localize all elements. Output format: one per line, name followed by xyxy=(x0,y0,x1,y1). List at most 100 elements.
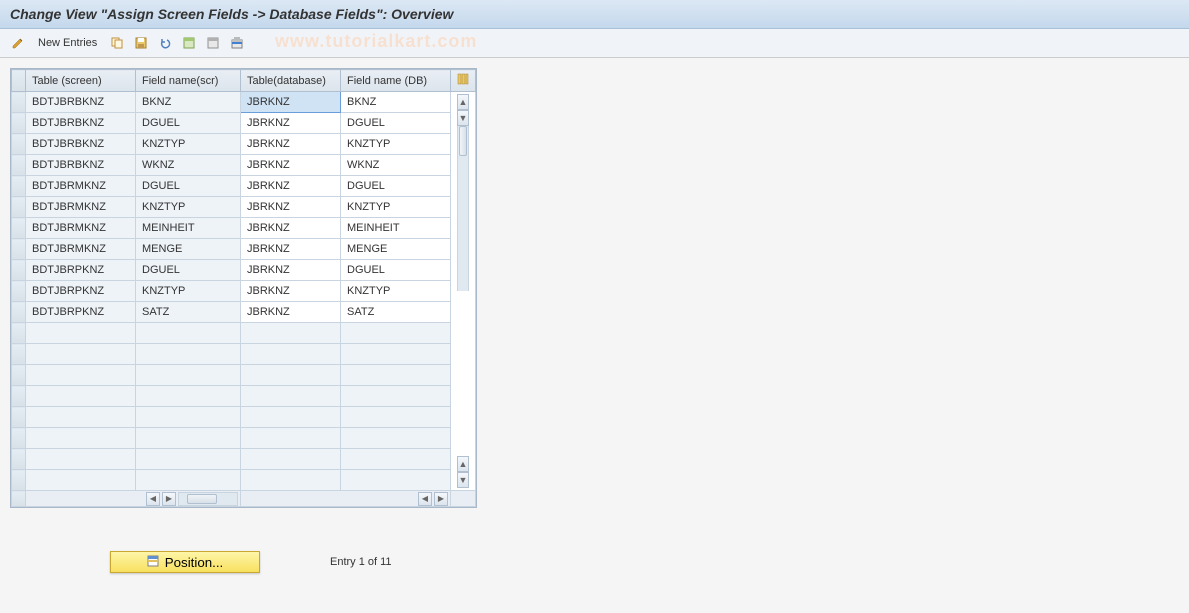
cell-field-db[interactable] xyxy=(341,449,451,470)
cell-field-scr[interactable] xyxy=(136,365,241,386)
deselect-all-icon[interactable] xyxy=(203,33,223,53)
row-selector[interactable] xyxy=(12,155,26,176)
cell-table-screen[interactable]: BDTJBRMKNZ xyxy=(26,176,136,197)
row-selector[interactable] xyxy=(12,92,26,113)
cell-field-scr[interactable] xyxy=(136,323,241,344)
cell-field-db[interactable] xyxy=(341,386,451,407)
scroll-down-icon-2[interactable]: ▼ xyxy=(457,472,469,488)
row-selector-header[interactable] xyxy=(12,70,26,92)
row-selector[interactable] xyxy=(12,428,26,449)
cell-table-db[interactable]: JBRKNZ xyxy=(241,281,341,302)
cell-table-db[interactable] xyxy=(241,323,341,344)
cell-field-scr[interactable] xyxy=(136,470,241,491)
cell-field-db[interactable] xyxy=(341,365,451,386)
cell-field-db[interactable] xyxy=(341,428,451,449)
cell-table-screen[interactable]: BDTJBRMKNZ xyxy=(26,218,136,239)
cell-table-screen[interactable] xyxy=(26,386,136,407)
undo-icon[interactable] xyxy=(155,33,175,53)
row-selector[interactable] xyxy=(12,113,26,134)
cell-table-screen[interactable] xyxy=(26,449,136,470)
cell-table-db[interactable] xyxy=(241,428,341,449)
cell-field-db[interactable]: DGUEL xyxy=(341,260,451,281)
row-selector[interactable] xyxy=(12,470,26,491)
row-selector[interactable] xyxy=(12,302,26,323)
toggle-icon[interactable] xyxy=(8,33,28,53)
cell-field-db[interactable]: WKNZ xyxy=(341,155,451,176)
hscroll-left-icon[interactable]: ◀ xyxy=(146,492,160,506)
scroll-down-icon[interactable]: ▼ xyxy=(457,110,469,126)
cell-field-db[interactable]: KNZTYP xyxy=(341,134,451,155)
cell-field-db[interactable]: KNZTYP xyxy=(341,281,451,302)
cell-field-scr[interactable]: DGUEL xyxy=(136,176,241,197)
cell-table-db[interactable] xyxy=(241,470,341,491)
cell-table-screen[interactable]: BDTJBRMKNZ xyxy=(26,197,136,218)
cell-field-scr[interactable] xyxy=(136,407,241,428)
cell-field-db[interactable]: DGUEL xyxy=(341,113,451,134)
cell-table-screen[interactable]: BDTJBRPKNZ xyxy=(26,260,136,281)
cell-field-scr[interactable]: KNZTYP xyxy=(136,281,241,302)
cell-field-scr[interactable]: BKNZ xyxy=(136,92,241,113)
col-header-table-screen[interactable]: Table (screen) xyxy=(26,70,136,92)
row-selector[interactable] xyxy=(12,386,26,407)
cell-field-db[interactable] xyxy=(341,344,451,365)
cell-field-db[interactable] xyxy=(341,470,451,491)
cell-table-screen[interactable]: BDTJBRMKNZ xyxy=(26,239,136,260)
cell-table-db[interactable]: JBRKNZ xyxy=(241,134,341,155)
row-selector[interactable] xyxy=(12,365,26,386)
cell-field-db[interactable]: SATZ xyxy=(341,302,451,323)
scroll-thumb[interactable] xyxy=(459,126,467,156)
cell-table-db[interactable]: JBRKNZ xyxy=(241,113,341,134)
cell-table-screen[interactable] xyxy=(26,365,136,386)
cell-field-db[interactable]: MENGE xyxy=(341,239,451,260)
row-selector[interactable] xyxy=(12,134,26,155)
col-header-field-scr[interactable]: Field name(scr) xyxy=(136,70,241,92)
cell-table-db[interactable] xyxy=(241,449,341,470)
col-header-field-db[interactable]: Field name (DB) xyxy=(341,70,451,92)
cell-field-db[interactable]: MEINHEIT xyxy=(341,218,451,239)
hscroll-left-icon-2[interactable]: ◀ xyxy=(418,492,432,506)
cell-field-scr[interactable]: SATZ xyxy=(136,302,241,323)
hscroll-right-icon-2[interactable]: ▶ xyxy=(434,492,448,506)
cell-table-db[interactable]: JBRKNZ xyxy=(241,260,341,281)
config-column-icon[interactable] xyxy=(451,70,476,92)
row-selector[interactable] xyxy=(12,239,26,260)
cell-table-screen[interactable]: BDTJBRBKNZ xyxy=(26,134,136,155)
cell-table-screen[interactable]: BDTJBRBKNZ xyxy=(26,155,136,176)
cell-table-db[interactable] xyxy=(241,365,341,386)
scroll-up-icon[interactable]: ▲ xyxy=(457,94,469,110)
new-entries-button[interactable]: New Entries xyxy=(32,35,103,51)
select-all-icon[interactable] xyxy=(179,33,199,53)
cell-table-db[interactable]: JBRKNZ xyxy=(241,197,341,218)
cell-field-db[interactable] xyxy=(341,407,451,428)
cell-table-db[interactable] xyxy=(241,344,341,365)
delete-icon[interactable] xyxy=(227,33,247,53)
col-header-table-db[interactable]: Table(database) xyxy=(241,70,341,92)
cell-field-scr[interactable]: MENGE xyxy=(136,239,241,260)
cell-field-db[interactable]: BKNZ xyxy=(341,92,451,113)
cell-field-scr[interactable]: KNZTYP xyxy=(136,134,241,155)
cell-table-screen[interactable] xyxy=(26,407,136,428)
row-selector[interactable] xyxy=(12,176,26,197)
position-button[interactable]: Position... xyxy=(110,551,260,573)
row-selector[interactable] xyxy=(12,218,26,239)
row-selector[interactable] xyxy=(12,281,26,302)
cell-table-screen[interactable] xyxy=(26,428,136,449)
cell-field-scr[interactable] xyxy=(136,386,241,407)
vertical-scrollbar[interactable]: ▲▼▲▼ xyxy=(451,92,476,491)
cell-table-screen[interactable] xyxy=(26,323,136,344)
cell-field-scr[interactable]: KNZTYP xyxy=(136,197,241,218)
cell-field-db[interactable]: KNZTYP xyxy=(341,197,451,218)
cell-field-scr[interactable]: DGUEL xyxy=(136,260,241,281)
hscroll-right-icon[interactable]: ▶ xyxy=(162,492,176,506)
cell-table-db[interactable]: JBRKNZ xyxy=(241,239,341,260)
scroll-track[interactable] xyxy=(457,126,469,291)
cell-table-db[interactable]: JBRKNZ xyxy=(241,92,341,113)
cell-table-db[interactable]: JBRKNZ xyxy=(241,302,341,323)
cell-table-db[interactable]: JBRKNZ xyxy=(241,155,341,176)
cell-table-screen[interactable]: BDTJBRPKNZ xyxy=(26,302,136,323)
hscroll-thumb-1[interactable] xyxy=(187,494,217,504)
cell-field-scr[interactable] xyxy=(136,344,241,365)
copy-icon[interactable] xyxy=(107,33,127,53)
row-selector[interactable] xyxy=(12,323,26,344)
row-selector[interactable] xyxy=(12,197,26,218)
